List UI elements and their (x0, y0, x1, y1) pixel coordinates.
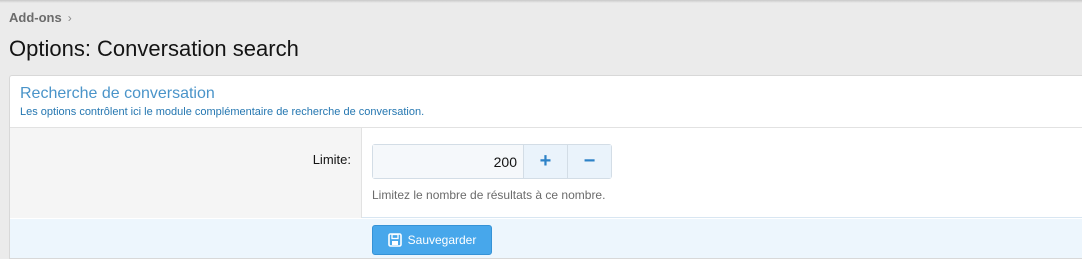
minus-icon: − (583, 150, 596, 172)
breadcrumb-item-addons[interactable]: Add-ons (9, 10, 62, 25)
page-title: Options: Conversation search (9, 36, 299, 61)
plus-icon: + (539, 150, 552, 172)
increment-button[interactable]: + (523, 145, 567, 178)
top-shade (0, 0, 1082, 3)
form-footer: Sauvegarder (10, 219, 1082, 258)
save-button-label: Sauvegarder (407, 233, 477, 247)
save-button[interactable]: Sauvegarder (372, 225, 492, 255)
option-input-column: + − Limitez le nombre de résultats à ce … (362, 128, 1082, 218)
option-label: Limite: (312, 152, 351, 167)
option-hint: Limitez le nombre de résultats à ce nomb… (372, 188, 606, 202)
option-label-column: Limite: (10, 128, 362, 218)
decrement-button[interactable]: − (567, 145, 611, 178)
block-header: Recherche de conversation Les options co… (10, 76, 1082, 128)
limit-input[interactable] (373, 145, 523, 178)
save-icon (387, 233, 402, 247)
block-description: Les options contrôlent ici le module com… (20, 106, 425, 118)
option-row-limit: Limite: + − Limitez le nombre de résulta… (10, 128, 1082, 218)
quantity-stepper: + − (372, 144, 612, 179)
breadcrumb: Add-ons › (9, 10, 72, 25)
options-block: Recherche de conversation Les options co… (9, 75, 1082, 259)
chevron-right-icon: › (67, 10, 72, 25)
block-title: Recherche de conversation (20, 85, 215, 102)
